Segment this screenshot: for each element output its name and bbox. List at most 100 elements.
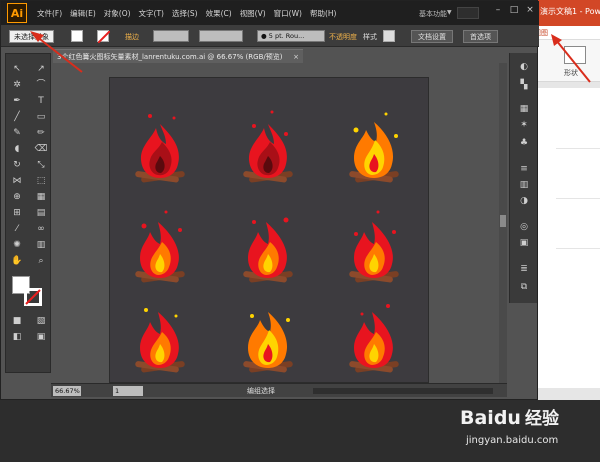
powerpoint-slide[interactable] [536,88,600,388]
swatches-panel-icon[interactable]: ▦ [518,103,530,115]
no-stroke-icon [98,31,110,43]
shape-icon[interactable] [564,46,586,64]
zoom-level-field[interactable]: 66.67% [53,386,81,396]
zoom-tool-icon[interactable]: ⌕ [34,256,48,267]
stroke-label[interactable]: 描边 [125,32,139,42]
opacity-label[interactable]: 不透明度 [329,32,357,42]
mesh-tool-icon[interactable]: ⊞ [10,208,24,219]
shape-builder-tool-icon[interactable]: ⊕ [10,192,24,203]
pencil-tool-icon[interactable]: ✏ [34,128,48,139]
perspective-grid-tool-icon[interactable]: ▦ [34,192,48,203]
watermark-brand: Baidu [460,407,521,429]
document-tab[interactable]: 3个红色篝火图标矢量素材_lanrentuku.com.ai @ 66.67% … [53,49,303,63]
brush-tool-icon[interactable]: ✎ [10,128,24,139]
menu-effect[interactable]: 效果(C) [202,8,236,19]
document-tab-title: 3个红色篝火图标矢量素材_lanrentuku.com.ai @ 66.67% … [57,53,283,61]
graphic-styles-panel-icon[interactable]: ▣ [518,237,530,249]
fill-swatch[interactable] [71,30,83,42]
menu-select[interactable]: 选择(S) [168,8,202,19]
baidu-watermark: Baidu 经验 [460,404,559,429]
menu-object[interactable]: 对象(O) [100,8,135,19]
preferences-button[interactable]: 首选项 [463,30,498,43]
screen-mode-icon[interactable]: ▣ [34,332,48,343]
minimize-icon[interactable]: – [493,5,503,15]
document-area[interactable] [53,63,499,383]
type-tool-icon[interactable]: T [34,96,48,107]
campfire-icon-9[interactable] [349,304,399,373]
artboard[interactable] [109,77,429,383]
direct-selection-tool-icon[interactable]: ↗ [34,64,48,75]
free-transform-tool-icon[interactable]: ⬚ [34,176,48,187]
no-stroke-icon [25,289,41,305]
maximize-icon[interactable]: □ [509,5,519,15]
lasso-tool-icon[interactable]: ⌒ [34,80,48,91]
menu-view[interactable]: 视图(V) [236,8,270,19]
campfire-icon-6[interactable] [349,210,399,283]
scale-tool-icon[interactable]: ⤡ [34,160,48,171]
selection-tool-icon[interactable]: ↖ [10,64,24,75]
eraser-tool-icon[interactable]: ⌫ [34,144,48,155]
brushes-panel-icon[interactable]: ✶ [518,119,530,131]
blob-brush-tool-icon[interactable]: ◖ [10,144,24,155]
hand-tool-icon[interactable]: ✋ [10,256,24,267]
transparency-panel-icon[interactable]: ◑ [518,195,530,207]
rectangle-tool-icon[interactable]: ▭ [34,112,48,123]
menu-window[interactable]: 窗口(W) [270,8,306,19]
magic-wand-tool-icon[interactable]: ✲ [10,80,24,91]
column-graph-tool-icon[interactable]: ▥ [34,240,48,251]
close-tab-icon[interactable]: × [293,50,299,63]
screen: 演示文稿1 - PowerPoint 视图 形状 Ai 文件(F) 编辑(E) … [0,0,600,462]
current-tool-status[interactable]: 编组选择 [247,386,275,396]
artboard-navigation-field[interactable]: 1 [113,386,143,396]
brush-definition-field[interactable]: ● 5 pt. Rou... [257,30,325,42]
vertical-scrollbar[interactable] [499,63,507,383]
color-guide-panel-icon[interactable]: ▚ [518,79,530,91]
eyedropper-tool-icon[interactable]: ⁄ [10,224,24,235]
document-setup-button[interactable]: 文档设置 [411,30,453,43]
campfire-icon-3[interactable] [349,112,399,183]
gradient-mode-icon[interactable]: ▧ [34,316,48,327]
workspace-switcher[interactable]: 基本功能 [419,9,447,19]
draw-normal-icon[interactable]: ◧ [10,332,24,343]
color-mode-icon[interactable]: ■ [10,316,24,327]
stroke-panel-icon[interactable]: ≡ [518,163,530,175]
width-tool-icon[interactable]: ⋈ [10,176,24,187]
campfire-icon-2[interactable] [243,110,293,183]
blend-tool-icon[interactable]: ∞ [34,224,48,235]
appearance-panel-icon[interactable]: ◎ [518,221,530,233]
stroke-swatch[interactable] [97,30,110,43]
campfire-icon-8[interactable] [243,312,293,373]
search-input[interactable] [457,7,479,19]
line-tool-icon[interactable]: ╱ [10,112,24,123]
menu-edit[interactable]: 编辑(E) [66,8,100,19]
gradient-tool-icon[interactable]: ▤ [34,208,48,219]
menu-type[interactable]: 文字(T) [135,8,168,19]
stroke-weight-field[interactable] [153,30,189,42]
graphic-style-swatch[interactable] [383,30,395,42]
campfire-icon-4[interactable] [135,210,185,283]
color-panel-icon[interactable]: ◐ [518,61,530,73]
campfire-icon-1[interactable] [135,114,185,183]
rotate-tool-icon[interactable]: ↻ [10,160,24,171]
shape-button-label[interactable]: 形状 [564,68,578,78]
gradient-panel-icon[interactable]: ▥ [518,179,530,191]
scroll-thumb[interactable] [500,215,506,227]
menu-file[interactable]: 文件(F) [33,8,66,19]
symbol-sprayer-tool-icon[interactable]: ✺ [10,240,24,251]
watermark-brand-cn: 经验 [524,409,559,429]
selection-status: 未选择对象 [9,30,54,43]
layers-panel-icon[interactable]: ≣ [518,263,530,275]
menu-help[interactable]: 帮助(H) [306,8,341,19]
control-bar: 未选择对象 描边 ● 5 pt. Rou... 不透明度 样式 文档设置 首选项 [1,25,539,47]
horizontal-scrollbar[interactable] [313,388,493,394]
chevron-down-icon[interactable]: ▼ [447,9,452,16]
symbols-panel-icon[interactable]: ♣ [518,137,530,149]
close-icon[interactable]: × [525,5,535,15]
campfire-icons-artwork[interactable] [110,78,430,384]
illustrator-logo: Ai [7,3,27,23]
artboards-panel-icon[interactable]: ⧉ [518,281,530,293]
variable-width-field[interactable] [199,30,243,42]
campfire-icon-5[interactable] [243,217,293,283]
campfire-icon-7[interactable] [135,308,185,373]
pen-tool-icon[interactable]: ✒ [10,96,24,107]
